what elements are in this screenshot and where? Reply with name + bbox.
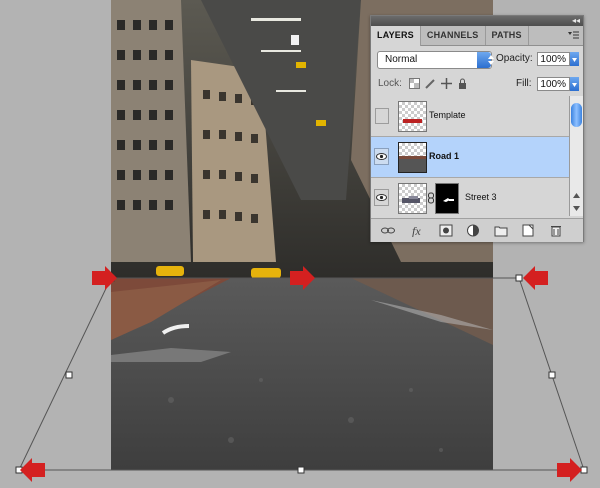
tab-paths[interactable]: PATHS (486, 26, 529, 45)
add-mask-icon[interactable] (439, 224, 453, 237)
panel-tabs: LAYERS CHANNELS PATHS (371, 26, 583, 46)
scrollbar-thumb[interactable] (571, 103, 582, 127)
layer-thumbnail (398, 183, 427, 214)
panel-footer: fx (371, 218, 583, 242)
trash-icon[interactable] (549, 224, 563, 237)
layers-list: Template Road 1 Street 3 (371, 96, 569, 216)
fill-field[interactable]: 100% (537, 77, 570, 91)
arrow-left-icon (20, 458, 45, 482)
new-layer-icon[interactable] (521, 224, 535, 237)
lock-all-icon[interactable] (457, 78, 468, 89)
lock-transparent-icon[interactable] (409, 78, 420, 89)
tab-layers[interactable]: LAYERS (371, 26, 421, 46)
transform-handle[interactable] (548, 371, 556, 379)
arrow-right-icon (557, 458, 582, 482)
blend-mode-value: Normal (385, 54, 418, 65)
layer-name[interactable]: Road 1 (429, 151, 459, 161)
fx-icon[interactable]: fx (411, 224, 425, 237)
select-arrows-icon (477, 52, 494, 68)
collapse-panel-icon[interactable]: ◂◂ (572, 15, 580, 26)
lock-row: Lock: Fill: 100% (371, 72, 583, 97)
fill-label: Fill: (516, 78, 532, 89)
layers-scrollbar[interactable] (569, 96, 583, 216)
scroll-up-icon[interactable] (572, 192, 581, 200)
layer-name[interactable]: Street 3 (465, 192, 497, 202)
lock-label: Lock: (378, 78, 402, 89)
blend-row: Normal Opacity: 100% (371, 46, 583, 72)
transform-handle[interactable] (297, 466, 305, 474)
mask-link-icon[interactable] (427, 192, 435, 204)
opacity-dropdown-icon[interactable] (570, 52, 579, 66)
panel-menu-icon[interactable] (567, 30, 579, 40)
layer-thumbnail (398, 142, 427, 173)
arrow-right-icon (290, 266, 315, 290)
svg-text:fx: fx (412, 224, 421, 237)
lock-image-icon[interactable] (425, 78, 436, 89)
scroll-down-icon[interactable] (572, 204, 581, 212)
layers-panel: ◂◂ LAYERS CHANNELS PATHS Normal Opacity:… (370, 15, 584, 242)
panel-titlebar[interactable]: ◂◂ (371, 16, 583, 26)
layer-row-template[interactable]: Template (371, 96, 569, 137)
eye-icon[interactable] (374, 189, 389, 206)
visibility-toggle-empty[interactable] (375, 108, 389, 124)
layer-row-street-3[interactable]: Street 3 (371, 178, 569, 216)
layer-thumbnail (398, 101, 427, 132)
new-group-icon[interactable] (494, 224, 508, 237)
opacity-field[interactable]: 100% (537, 52, 570, 66)
adjustment-layer-icon[interactable] (466, 224, 480, 237)
arrow-right-icon (92, 266, 117, 290)
lock-position-icon[interactable] (441, 78, 452, 89)
transform-handle[interactable] (515, 274, 523, 282)
opacity-label: Opacity: (496, 53, 533, 64)
layer-mask-thumbnail[interactable] (435, 183, 459, 214)
layer-row-road-1[interactable]: Road 1 (371, 137, 569, 178)
eye-icon[interactable] (374, 148, 389, 165)
blend-mode-select[interactable]: Normal (377, 51, 494, 69)
arrow-left-icon (523, 266, 548, 290)
tab-channels[interactable]: CHANNELS (421, 26, 486, 45)
layer-name[interactable]: Template (429, 110, 466, 120)
fill-dropdown-icon[interactable] (570, 77, 579, 91)
transform-handle[interactable] (65, 371, 73, 379)
link-layers-icon[interactable] (381, 224, 395, 237)
